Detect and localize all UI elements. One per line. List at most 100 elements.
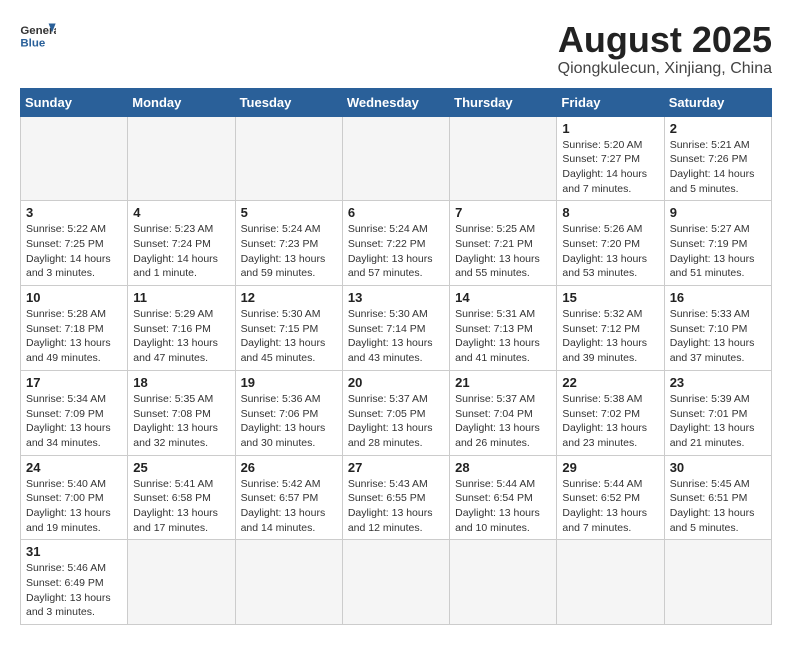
day-number: 9 [670,205,766,220]
day-info: Sunrise: 5:35 AM Sunset: 7:08 PM Dayligh… [133,392,229,451]
day-number: 6 [348,205,444,220]
calendar-day-cell [342,116,449,201]
calendar-day-cell: 20 Sunrise: 5:37 AM Sunset: 7:05 PM Dayli… [342,370,449,455]
day-number: 12 [241,290,337,305]
day-number: 3 [26,205,122,220]
day-info: Sunrise: 5:31 AM Sunset: 7:13 PM Dayligh… [455,307,551,366]
day-number: 7 [455,205,551,220]
day-info: Sunrise: 5:40 AM Sunset: 7:00 PM Dayligh… [26,477,122,536]
calendar-day-cell: 3 Sunrise: 5:22 AM Sunset: 7:25 PM Daylig… [21,201,128,286]
day-info: Sunrise: 5:25 AM Sunset: 7:21 PM Dayligh… [455,222,551,281]
day-number: 19 [241,375,337,390]
calendar-week-row: 1 Sunrise: 5:20 AM Sunset: 7:27 PM Daylig… [21,116,772,201]
day-number: 31 [26,544,122,559]
day-info: Sunrise: 5:36 AM Sunset: 7:06 PM Dayligh… [241,392,337,451]
day-number: 17 [26,375,122,390]
day-number: 13 [348,290,444,305]
day-info: Sunrise: 5:39 AM Sunset: 7:01 PM Dayligh… [670,392,766,451]
calendar-header-row: SundayMondayTuesdayWednesdayThursdayFrid… [21,88,772,116]
calendar-day-cell: 11Sunrise: 5:29 AM Sunset: 7:16 PM Dayli… [128,286,235,371]
day-info: Sunrise: 5:44 AM Sunset: 6:52 PM Dayligh… [562,477,658,536]
calendar-day-cell: 6 Sunrise: 5:24 AM Sunset: 7:22 PM Daylig… [342,201,449,286]
calendar-day-cell: 1 Sunrise: 5:20 AM Sunset: 7:27 PM Daylig… [557,116,664,201]
svg-text:Blue: Blue [20,37,45,49]
day-number: 2 [670,121,766,136]
day-info: Sunrise: 5:37 AM Sunset: 7:04 PM Dayligh… [455,392,551,451]
day-info: Sunrise: 5:32 AM Sunset: 7:12 PM Dayligh… [562,307,658,366]
calendar-day-cell: 26 Sunrise: 5:42 AM Sunset: 6:57 PM Dayli… [235,455,342,540]
day-info: Sunrise: 5:22 AM Sunset: 7:25 PM Dayligh… [26,222,122,281]
day-number: 28 [455,460,551,475]
day-number: 27 [348,460,444,475]
day-number: 29 [562,460,658,475]
day-info: Sunrise: 5:33 AM Sunset: 7:10 PM Dayligh… [670,307,766,366]
calendar-day-cell [21,116,128,201]
calendar-day-cell: 2 Sunrise: 5:21 AM Sunset: 7:26 PM Daylig… [664,116,771,201]
day-number: 4 [133,205,229,220]
day-number: 18 [133,375,229,390]
calendar-header-saturday: Saturday [664,88,771,116]
calendar-week-row: 17 Sunrise: 5:34 AM Sunset: 7:09 PM Dayli… [21,370,772,455]
day-info: Sunrise: 5:23 AM Sunset: 7:24 PM Dayligh… [133,222,229,281]
day-number: 20 [348,375,444,390]
calendar-day-cell: 8 Sunrise: 5:26 AM Sunset: 7:20 PM Daylig… [557,201,664,286]
calendar-day-cell: 27 Sunrise: 5:43 AM Sunset: 6:55 PM Dayli… [342,455,449,540]
day-number: 24 [26,460,122,475]
calendar-day-cell: 9 Sunrise: 5:27 AM Sunset: 7:19 PM Daylig… [664,201,771,286]
calendar-header-wednesday: Wednesday [342,88,449,116]
day-number: 22 [562,375,658,390]
day-info: Sunrise: 5:24 AM Sunset: 7:22 PM Dayligh… [348,222,444,281]
logo-icon: General Blue [20,20,56,50]
calendar-week-row: 24 Sunrise: 5:40 AM Sunset: 7:00 PM Dayli… [21,455,772,540]
day-number: 14 [455,290,551,305]
calendar-day-cell: 10 Sunrise: 5:28 AM Sunset: 7:18 PM Dayli… [21,286,128,371]
day-number: 1 [562,121,658,136]
day-info: Sunrise: 5:20 AM Sunset: 7:27 PM Dayligh… [562,138,658,197]
calendar-week-row: 3 Sunrise: 5:22 AM Sunset: 7:25 PM Daylig… [21,201,772,286]
calendar-day-cell: 17 Sunrise: 5:34 AM Sunset: 7:09 PM Dayli… [21,370,128,455]
day-info: Sunrise: 5:46 AM Sunset: 6:49 PM Dayligh… [26,561,122,620]
calendar-day-cell: 19 Sunrise: 5:36 AM Sunset: 7:06 PM Dayli… [235,370,342,455]
calendar-header-monday: Monday [128,88,235,116]
calendar-header-tuesday: Tuesday [235,88,342,116]
day-info: Sunrise: 5:42 AM Sunset: 6:57 PM Dayligh… [241,477,337,536]
day-info: Sunrise: 5:45 AM Sunset: 6:51 PM Dayligh… [670,477,766,536]
calendar-day-cell: 15 Sunrise: 5:32 AM Sunset: 7:12 PM Dayli… [557,286,664,371]
page-header: General Blue August 2025 Qiongkulecun, X… [20,20,772,78]
day-info: Sunrise: 5:26 AM Sunset: 7:20 PM Dayligh… [562,222,658,281]
day-number: 21 [455,375,551,390]
day-info: Sunrise: 5:41 AM Sunset: 6:58 PM Dayligh… [133,477,229,536]
title-area: August 2025 Qiongkulecun, Xinjiang, Chin… [558,20,772,78]
day-number: 25 [133,460,229,475]
month-title: August 2025 [558,20,772,60]
calendar-header-thursday: Thursday [450,88,557,116]
calendar-day-cell [235,116,342,201]
calendar-day-cell: 5Sunrise: 5:24 AM Sunset: 7:23 PM Daylig… [235,201,342,286]
calendar-day-cell: 29 Sunrise: 5:44 AM Sunset: 6:52 PM Dayli… [557,455,664,540]
day-number: 15 [562,290,658,305]
calendar-day-cell: 23 Sunrise: 5:39 AM Sunset: 7:01 PM Dayli… [664,370,771,455]
day-info: Sunrise: 5:37 AM Sunset: 7:05 PM Dayligh… [348,392,444,451]
calendar-day-cell: 13Sunrise: 5:30 AM Sunset: 7:14 PM Dayli… [342,286,449,371]
day-info: Sunrise: 5:28 AM Sunset: 7:18 PM Dayligh… [26,307,122,366]
calendar-day-cell [450,116,557,201]
calendar-day-cell: 22Sunrise: 5:38 AM Sunset: 7:02 PM Dayli… [557,370,664,455]
day-number: 10 [26,290,122,305]
calendar-table: SundayMondayTuesdayWednesdayThursdayFrid… [20,88,772,626]
calendar-day-cell: 16Sunrise: 5:33 AM Sunset: 7:10 PM Dayli… [664,286,771,371]
day-info: Sunrise: 5:27 AM Sunset: 7:19 PM Dayligh… [670,222,766,281]
day-info: Sunrise: 5:34 AM Sunset: 7:09 PM Dayligh… [26,392,122,451]
location-subtitle: Qiongkulecun, Xinjiang, China [558,60,772,78]
calendar-day-cell: 7 Sunrise: 5:25 AM Sunset: 7:21 PM Daylig… [450,201,557,286]
day-info: Sunrise: 5:43 AM Sunset: 6:55 PM Dayligh… [348,477,444,536]
day-info: Sunrise: 5:21 AM Sunset: 7:26 PM Dayligh… [670,138,766,197]
day-info: Sunrise: 5:24 AM Sunset: 7:23 PM Dayligh… [241,222,337,281]
calendar-day-cell: 28 Sunrise: 5:44 AM Sunset: 6:54 PM Dayli… [450,455,557,540]
calendar-day-cell: 24 Sunrise: 5:40 AM Sunset: 7:00 PM Dayli… [21,455,128,540]
day-number: 8 [562,205,658,220]
calendar-header-sunday: Sunday [21,88,128,116]
day-number: 26 [241,460,337,475]
day-number: 11 [133,290,229,305]
day-number: 23 [670,375,766,390]
day-info: Sunrise: 5:44 AM Sunset: 6:54 PM Dayligh… [455,477,551,536]
